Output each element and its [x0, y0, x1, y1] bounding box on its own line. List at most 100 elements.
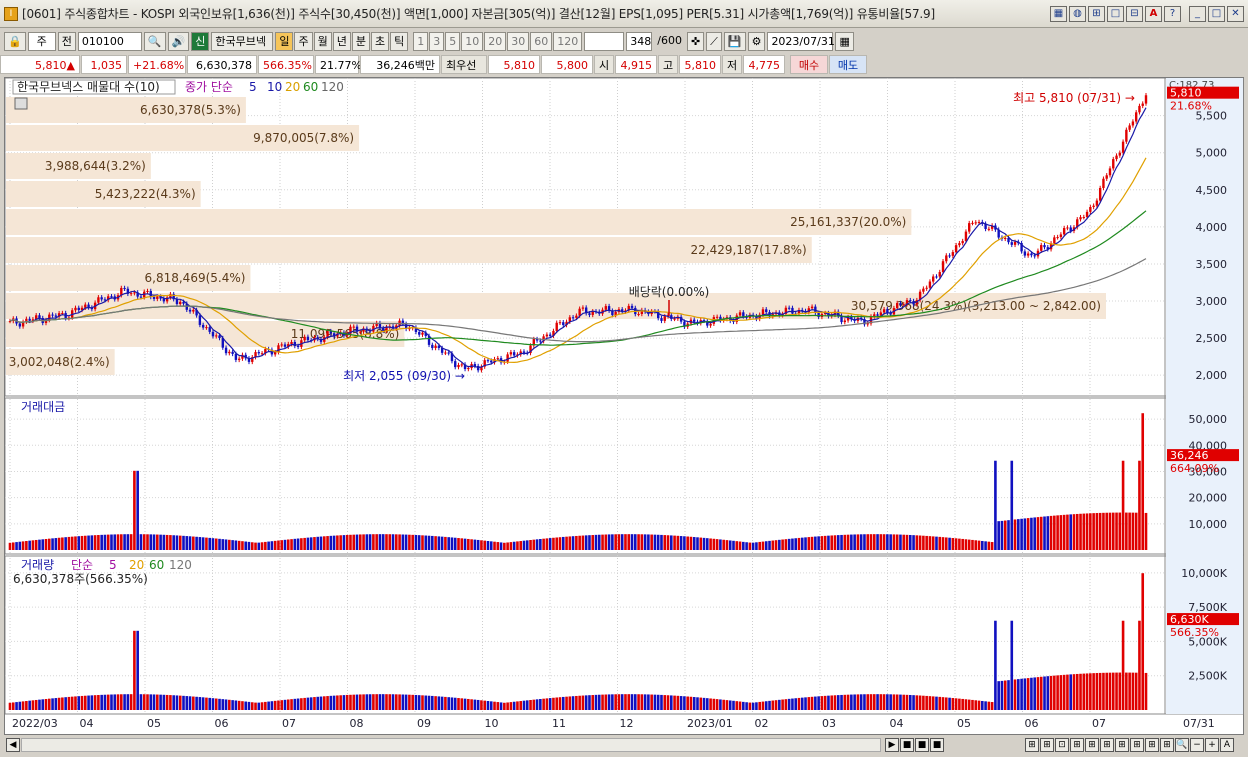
volume-bar	[1000, 680, 1004, 710]
amount-bar	[571, 536, 575, 550]
market-type-select[interactable]: 주	[27, 31, 56, 51]
candle-body	[260, 353, 264, 355]
bottom-tool-15[interactable]: −	[1190, 738, 1204, 752]
candle-body	[1004, 237, 1007, 239]
search-icon[interactable]: 🔍	[143, 31, 166, 51]
amount-bar	[355, 534, 359, 550]
volume-bar	[725, 700, 729, 710]
window-button-1[interactable]: ◍	[1069, 6, 1086, 22]
volume-profile-label-9: 3,002,048(2.4%)	[9, 355, 110, 369]
date-input[interactable]: 2023/07/31	[767, 31, 835, 51]
amount-bar	[152, 534, 156, 550]
interval-tab-60[interactable]: 60	[530, 31, 553, 51]
period-tab-2[interactable]: 월	[313, 31, 332, 51]
bottom-tool-14[interactable]: 🔍	[1175, 738, 1189, 752]
settings-icon[interactable]: ⚙	[747, 31, 766, 51]
amount-bar	[349, 534, 352, 550]
period-tab-4[interactable]: 분	[351, 31, 370, 51]
period-tab-3[interactable]: 년	[332, 31, 351, 51]
amount-bar	[899, 534, 902, 550]
stock-name[interactable]: 한국무브넥	[211, 31, 274, 51]
window-button-5[interactable]: A	[1145, 6, 1162, 22]
bottom-tool-17[interactable]: A	[1220, 738, 1234, 752]
bottom-tool-1[interactable]: ■	[900, 738, 914, 752]
chart-svg[interactable]: 2022/03 04 05 06 07 08 09 10 11 12 2023/01 02 03 04 05…	[4, 77, 1245, 736]
interval-tab-120[interactable]: 120	[553, 31, 583, 51]
volume-bar	[683, 696, 686, 710]
volume-profile-label-2: 3,988,644(3.2%)	[45, 159, 146, 173]
crosshair-icon[interactable]: ✜	[686, 31, 705, 51]
bottom-tool-5[interactable]: ⊞	[1040, 738, 1054, 752]
volume-bar	[11, 702, 15, 710]
volume-bar	[1085, 673, 1089, 710]
amount-bar	[293, 538, 297, 550]
bottom-tool-2[interactable]: ■	[915, 738, 929, 752]
interval-tab-30[interactable]: 30	[507, 31, 530, 51]
period-tab-0[interactable]: 일	[275, 31, 294, 51]
chart-area[interactable]: 2022/03 04 05 06 07 08 09 10 11 12 2023/01 02 03 04 05…	[4, 77, 1244, 735]
window-button-9[interactable]: ✕	[1227, 6, 1244, 22]
prev-button[interactable]: 전	[57, 31, 76, 51]
window-button-3[interactable]: □	[1107, 6, 1124, 22]
bottom-tool-12[interactable]: ⊞	[1145, 738, 1159, 752]
volume-bar	[444, 696, 447, 710]
bottom-tool-8[interactable]: ⊞	[1085, 738, 1099, 752]
window-button-2[interactable]: ⊞	[1088, 6, 1105, 22]
buy-button[interactable]: 매수	[790, 55, 828, 74]
interval-tab-10[interactable]: 10	[461, 31, 484, 51]
table-icon	[14, 97, 28, 110]
bottom-tool-7[interactable]: ⊞	[1070, 738, 1084, 752]
interval-input[interactable]	[584, 31, 625, 51]
amount-bar	[254, 542, 257, 550]
bottom-tool-13[interactable]: ⊞	[1160, 738, 1174, 752]
window-button-0[interactable]: ▦	[1050, 6, 1067, 22]
bottom-tool-9[interactable]: ⊞	[1100, 738, 1114, 752]
volume-bar	[663, 695, 667, 710]
volume-bar	[902, 694, 906, 710]
volume-bar	[630, 694, 634, 710]
line-tool-icon[interactable]: ⟋	[706, 31, 722, 51]
bottom-tool-16[interactable]: +	[1205, 738, 1219, 752]
amount-bar	[539, 539, 542, 550]
bottom-tool-10[interactable]: ⊞	[1115, 738, 1129, 752]
interval-tab-1[interactable]: 1	[413, 31, 429, 51]
volume-bar	[322, 696, 326, 710]
amount-bar	[365, 534, 369, 550]
bottom-tool-6[interactable]: ⊡	[1055, 738, 1069, 752]
candle-body	[431, 344, 434, 349]
volume-bar	[794, 698, 798, 710]
lock-icon[interactable]: 🔒	[4, 31, 26, 51]
volume-bar	[214, 698, 218, 710]
sell-button[interactable]: 매도	[829, 55, 867, 74]
stock-code-input[interactable]: 010100	[77, 31, 142, 51]
amount-bar	[1062, 514, 1066, 550]
period-tab-5[interactable]: 초	[370, 31, 390, 51]
bottom-tool-0[interactable]: ▶	[885, 738, 899, 752]
interval-tab-5[interactable]: 5	[445, 31, 461, 51]
window-button-7[interactable]: _	[1189, 6, 1206, 22]
scroll-left-button[interactable]: ◀	[6, 738, 20, 752]
bottom-tool-4[interactable]: ⊞	[1025, 738, 1039, 752]
window-button-4[interactable]: ⊟	[1126, 6, 1143, 22]
calendar-icon[interactable]: ▦	[835, 31, 854, 51]
amount-bar	[80, 535, 84, 550]
scroll-track[interactable]	[21, 738, 881, 752]
window-button-8[interactable]: □	[1208, 6, 1225, 22]
period-tab-6[interactable]: 틱	[390, 31, 409, 51]
amount-bar	[25, 541, 28, 550]
bottom-tool-3[interactable]: ■	[930, 738, 944, 752]
bottom-tool-11[interactable]: ⊞	[1130, 738, 1144, 752]
volume-bar	[329, 695, 333, 710]
speaker-icon[interactable]: 🔊	[167, 31, 190, 51]
candle-body	[208, 327, 211, 332]
bars-count-input[interactable]: 348	[626, 31, 653, 51]
period-tab-1[interactable]: 주	[294, 31, 313, 51]
amount-tag: 36,246	[1170, 449, 1209, 462]
interval-tab-3[interactable]: 3	[429, 31, 445, 51]
window-titlebar: I [0601] 주식종합차트 - KOSPI 외국인보유[1,636(천)] …	[0, 0, 1248, 28]
interval-tab-20[interactable]: 20	[484, 31, 507, 51]
volume-bar	[604, 694, 608, 710]
amount-bar	[208, 537, 212, 550]
window-button-6[interactable]: ?	[1164, 6, 1181, 22]
save-icon[interactable]: 💾	[723, 31, 746, 51]
